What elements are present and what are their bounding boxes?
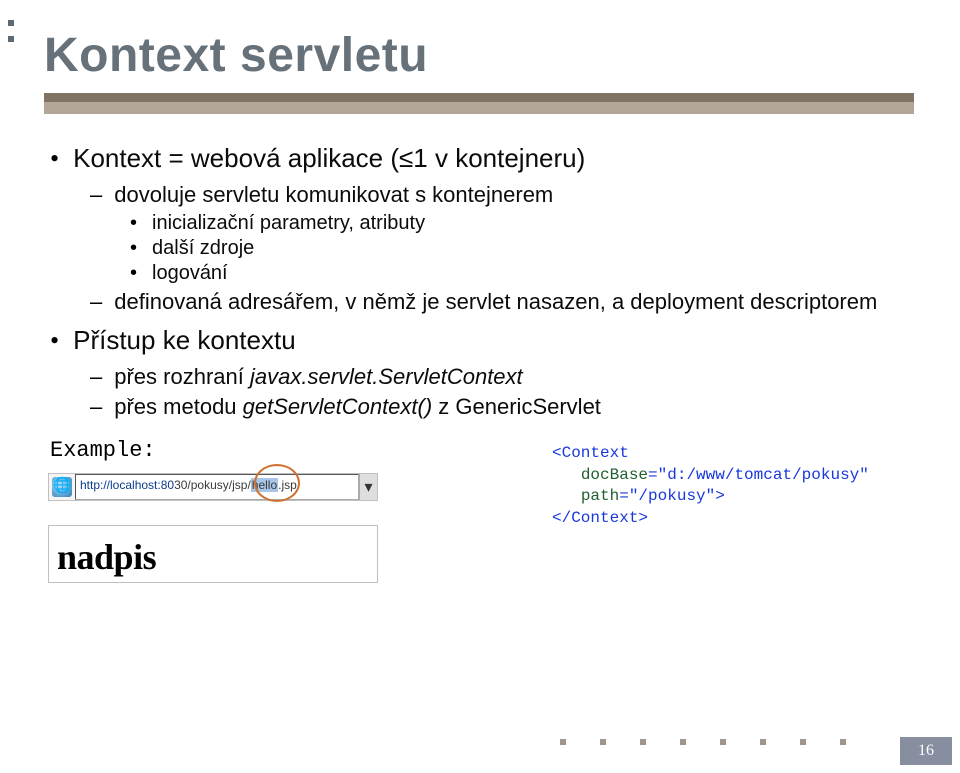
bullet-lvl2: –přes rozhraní javax.servlet.ServletCont… (90, 364, 920, 390)
example-row: http://localhost:8030/pokusy/jsp/hello.j… (50, 469, 920, 629)
slide-title: Kontext servletu (44, 28, 920, 83)
bullet-lvl3: •další zdroje (130, 237, 920, 260)
rendered-output-box: nadpis (48, 525, 378, 583)
bullet-lvl2: –dovoluje servletu komunikovat s kontejn… (90, 182, 920, 285)
bullet-text: logování (152, 262, 228, 284)
bullet-lvl2: –definovaná adresářem, v němž je servlet… (90, 289, 920, 315)
bullet-text: dovoluje servletu komunikovat s kontejne… (114, 182, 553, 207)
bullet-text: Kontext = webová aplikace (≤1 v kontejne… (73, 143, 585, 173)
decorative-dots-bottom (0, 729, 960, 759)
title-underline (44, 93, 914, 117)
bullet-text: definovaná adresářem, v němž je servlet … (114, 289, 877, 314)
bullet-text: Přístup ke kontextu (73, 325, 296, 355)
code-ref: javax.servlet.ServletContext (250, 364, 523, 389)
dropdown-icon: ▾ (359, 474, 377, 500)
page-number: 16 (900, 737, 952, 765)
code-ref: getServletContext() (243, 394, 433, 419)
bullet-lvl1: •Přístup ke kontextu –přes rozhraní java… (50, 325, 920, 420)
url-text: http://localhost:8030/pokusy/jsp/hello.j… (75, 474, 359, 500)
bullet-text: další zdroje (152, 237, 254, 259)
bullet-text: inicializační parametry, atributy (152, 212, 425, 234)
xml-code-block: <Context docBase="d:/www/tomcat/pokusy" … (552, 443, 869, 529)
bullet-lvl1: •Kontext = webová aplikace (≤1 v kontejn… (50, 143, 920, 315)
browser-address-bar: http://localhost:8030/pokusy/jsp/hello.j… (48, 473, 378, 501)
bullet-text: přes rozhraní (114, 364, 250, 389)
annotation-circle (254, 464, 300, 502)
globe-icon (52, 477, 72, 497)
bullet-lvl3: •logování (130, 262, 920, 285)
bullet-text: z GenericServlet (432, 394, 601, 419)
bullet-text: přes metodu (114, 394, 242, 419)
bullet-lvl3: •inicializační parametry, atributy (130, 212, 920, 235)
content-area: •Kontext = webová aplikace (≤1 v kontejn… (44, 143, 920, 629)
bullet-lvl2: –přes metodu getServletContext() z Gener… (90, 394, 920, 420)
rendered-heading: nadpis (57, 536, 369, 578)
slide: Kontext servletu •Kontext = webová aplik… (0, 0, 960, 773)
